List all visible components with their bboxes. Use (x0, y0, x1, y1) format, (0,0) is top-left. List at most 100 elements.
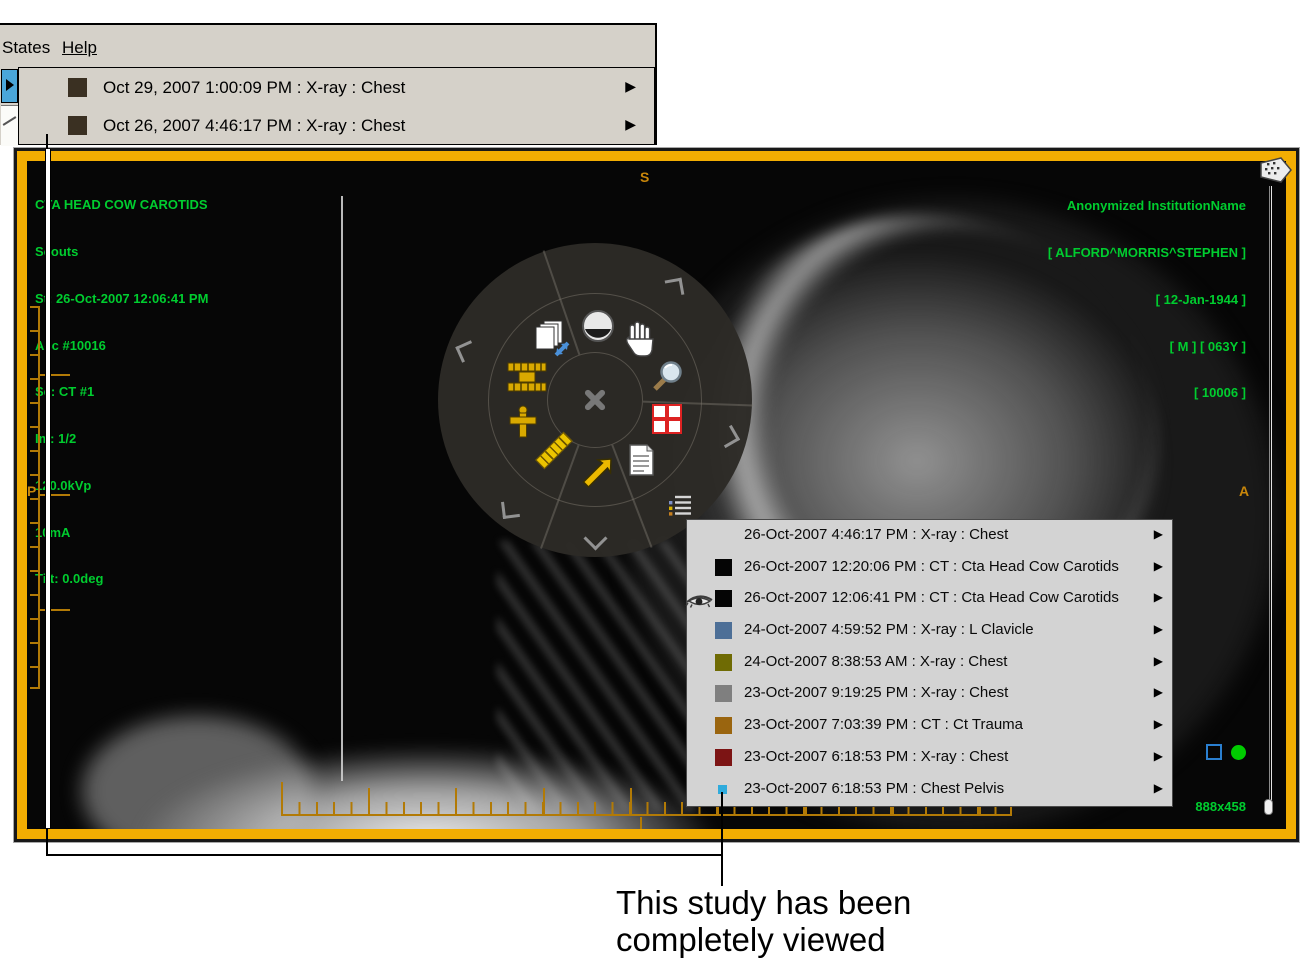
selection-square-icon (1206, 744, 1222, 760)
overlay-line: Anonymized InstitutionName (1048, 198, 1246, 214)
submenu-arrow-icon: ▶ (1154, 527, 1163, 541)
submenu-arrow-icon: ▶ (1154, 749, 1163, 763)
measure-ruler-icon[interactable] (534, 444, 574, 457)
toolbar-button-partial[interactable] (1, 105, 18, 146)
stack-slider-end (1264, 799, 1273, 815)
chevron-sw-icon[interactable] (501, 500, 520, 519)
overlay-line: Se: CT #1 (35, 384, 208, 400)
orientation-anterior: A (1239, 483, 1249, 499)
status-dot-icon (1231, 745, 1246, 760)
callout-text-line: This study has been (616, 884, 911, 921)
xray-catheter-line (341, 196, 343, 781)
diagonal-line-icon (3, 116, 17, 126)
orientation-superior: S (640, 169, 649, 185)
study-color-swatch (715, 685, 732, 702)
study-color-swatch (715, 654, 732, 671)
study-color-swatch (715, 622, 732, 639)
overlay-patient-info: Anonymized InstitutionName [ ALFORD^MORR… (1048, 167, 1246, 432)
menu-states[interactable]: States (2, 38, 50, 58)
submenu-arrow-icon: ▶ (1154, 717, 1163, 731)
context-menu-item[interactable]: 23-Oct-2007 9:19:25 PM : X-ray : Chest ▶ (687, 678, 1172, 710)
context-menu-item[interactable]: 24-Oct-2007 8:38:53 AM : X-ray : Chest ▶ (687, 647, 1172, 679)
study-label: 23-Oct-2007 7:03:39 PM : CT : Ct Trauma (744, 716, 1023, 733)
app-menu-window: States Help Oct 29, 2007 1:00:09 PM : X-… (0, 23, 657, 145)
study-label: Oct 29, 2007 1:00:09 PM : X-ray : Chest (103, 78, 405, 98)
menu-help[interactable]: Help (62, 38, 97, 58)
submenu-arrow-icon: ▶ (1154, 622, 1163, 636)
table-position-icon[interactable] (507, 361, 547, 398)
overlay-line: Im: 1/2 (35, 431, 208, 447)
study-label: 23-Oct-2007 9:19:25 PM : X-ray : Chest (744, 684, 1008, 701)
study-label: 24-Oct-2007 4:59:52 PM : X-ray : L Clavi… (744, 621, 1034, 638)
overlay-line: [ 12-Jan-1944 ] (1048, 292, 1246, 308)
submenu-arrow-icon: ▶ (1154, 685, 1163, 699)
reference-cross-icon[interactable] (509, 405, 537, 444)
overlay-line: [ 10006 ] (1048, 385, 1246, 401)
callout-line (46, 134, 48, 149)
submenu-arrow-icon: ▶ (625, 78, 636, 95)
callout-line (46, 854, 723, 856)
context-menu-item[interactable]: 26-Oct-2007 12:06:41 PM : CT : Cta Head … (687, 583, 1172, 615)
callout-line (45, 149, 51, 828)
callout-text-line: completely viewed (616, 921, 911, 958)
study-label: 26-Oct-2007 12:20:06 PM : CT : Cta Head … (744, 558, 1119, 575)
context-menu-item[interactable]: 23-Oct-2007 6:18:53 PM : Chest Pelvis ▶ (687, 774, 1172, 806)
overlay-line: Tilt: 0.0deg (35, 571, 208, 587)
document-icon[interactable] (628, 444, 655, 481)
study-color-swatch (68, 116, 87, 135)
window-level-icon[interactable] (581, 309, 615, 348)
menu-item-study[interactable]: Oct 29, 2007 1:00:09 PM : X-ray : Chest … (19, 69, 654, 107)
magnify-icon[interactable] (649, 359, 685, 400)
menu-help-label: Help (62, 38, 97, 57)
orientation-posterior: P (27, 483, 36, 499)
context-menu-item[interactable]: 26-Oct-2007 12:20:06 PM : CT : Cta Head … (687, 552, 1172, 584)
callout-line (721, 792, 723, 886)
context-menu-item[interactable]: 23-Oct-2007 6:18:53 PM : X-ray : Chest ▶ (687, 742, 1172, 774)
annotate-arrow-icon[interactable] (578, 456, 614, 497)
study-label: Oct 26, 2007 4:46:17 PM : X-ray : Chest (103, 116, 405, 136)
eye-viewing-icon (685, 591, 714, 615)
overlay-line: [ M ] [ 063Y ] (1048, 339, 1246, 355)
callout-line (46, 828, 48, 856)
study-color-swatch (715, 559, 732, 576)
study-label: 26-Oct-2007 4:46:17 PM : X-ray : Chest (744, 526, 1008, 543)
overlay-line: St: 26-Oct-2007 12:06:41 PM (35, 291, 208, 307)
submenu-arrow-icon: ▶ (625, 116, 636, 133)
overlay-line: [ ALFORD^MORRIS^STEPHEN ] (1048, 245, 1246, 261)
study-context-menu: 26-Oct-2007 4:46:17 PM : X-ray : Chest ▶… (686, 519, 1173, 807)
study-label: 23-Oct-2007 6:18:53 PM : X-ray : Chest (744, 748, 1008, 765)
stack-slider-track[interactable] (1269, 186, 1270, 806)
stack-scroll-icon[interactable] (532, 319, 574, 364)
stack-slider-track (1271, 186, 1272, 806)
study-color-swatch (715, 717, 732, 734)
right-triangle-icon (6, 79, 14, 91)
context-menu-item[interactable]: 23-Oct-2007 7:03:39 PM : CT : Ct Trauma … (687, 710, 1172, 742)
menubar: States Help (0, 25, 655, 67)
submenu-arrow-icon: ▶ (1154, 781, 1163, 795)
overlay-line: Scouts (35, 244, 208, 260)
overlay-line: Acc #10016 (35, 338, 208, 354)
context-list-icon[interactable] (668, 494, 692, 521)
study-color-swatch (68, 78, 87, 97)
overlay-line: 120.0kVp (35, 478, 208, 494)
layout-grid-icon[interactable] (652, 404, 683, 440)
study-label: 24-Oct-2007 8:38:53 AM : X-ray : Chest (744, 653, 1007, 670)
context-menu-item[interactable]: 24-Oct-2007 4:59:52 PM : X-ray : L Clavi… (687, 615, 1172, 647)
context-menu-item[interactable]: 26-Oct-2007 4:46:17 PM : X-ray : Chest ▶ (687, 520, 1172, 552)
callout-text: This study has been completely viewed (616, 884, 911, 958)
submenu-arrow-icon: ▶ (1154, 590, 1163, 604)
pan-hand-icon[interactable] (623, 321, 657, 362)
chevron-ne-icon[interactable] (665, 278, 685, 298)
screenshot-stage: States Help Oct 29, 2007 1:00:09 PM : X-… (0, 0, 1304, 975)
study-label: 26-Oct-2007 12:06:41 PM : CT : Cta Head … (744, 589, 1119, 606)
study-dropdown-menu: Oct 29, 2007 1:00:09 PM : X-ray : Chest … (18, 67, 655, 145)
menu-item-study[interactable]: Oct 26, 2007 4:46:17 PM : X-ray : Chest … (19, 107, 654, 145)
overlay-line: CTA HEAD COW CAROTIDS (35, 197, 208, 213)
submenu-arrow-icon: ▶ (1154, 654, 1163, 668)
submenu-arrow-icon: ▶ (1154, 559, 1163, 573)
study-color-swatch (715, 590, 732, 607)
stack-handle-icon[interactable] (1259, 156, 1293, 189)
study-color-swatch (715, 749, 732, 766)
study-label: 23-Oct-2007 6:18:53 PM : Chest Pelvis (744, 780, 1004, 797)
prior-studies-button[interactable] (1, 69, 18, 103)
